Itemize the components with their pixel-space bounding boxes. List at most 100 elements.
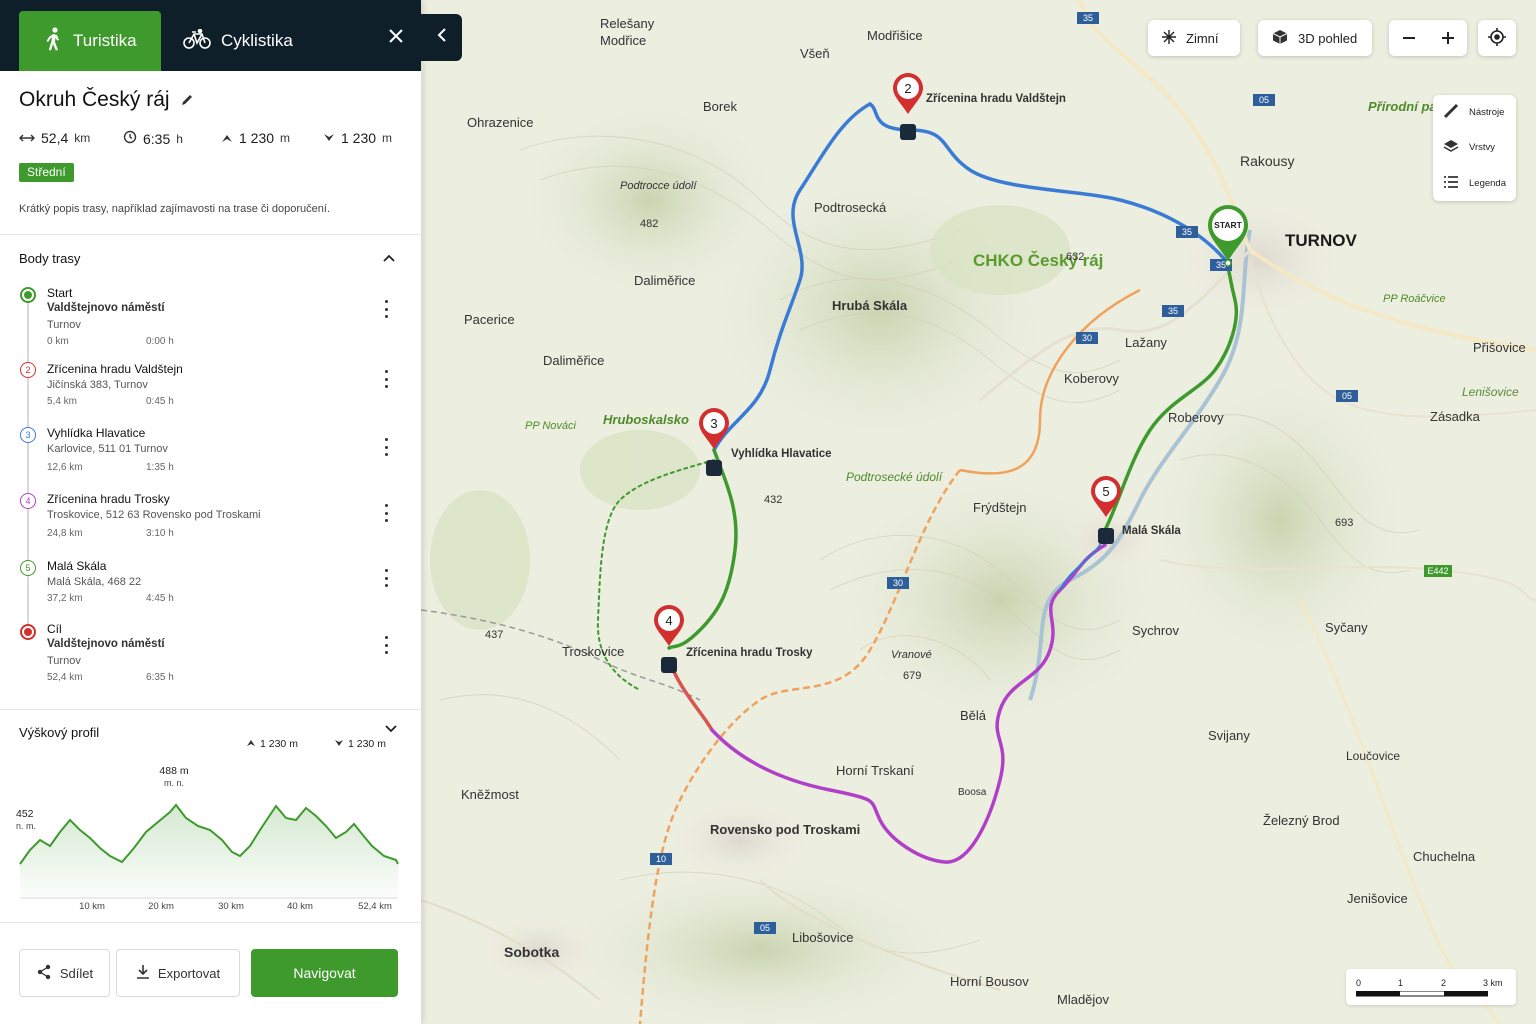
- map-elev: 679: [903, 670, 921, 682]
- winter-mode-label: Zimní: [1186, 30, 1219, 46]
- tools-label: Nástroje: [1469, 106, 1505, 118]
- profile-tick: 10 km: [79, 901, 105, 912]
- navigate-button[interactable]: Navigovat: [251, 949, 398, 997]
- map-scale-bar: 0 1 2 3 km: [1346, 969, 1516, 1005]
- locate-button[interactable]: [1478, 20, 1516, 56]
- map-town: Svijany: [1208, 728, 1250, 743]
- map-area-label: Podtrocce údolí: [620, 180, 697, 192]
- profile-tick: 52,4 km: [358, 901, 392, 912]
- zoom-control: [1389, 20, 1467, 56]
- waypoint-menu-button[interactable]: [381, 504, 391, 522]
- svg-text:30: 30: [893, 578, 903, 588]
- route-title: Okruh Český ráj: [19, 88, 170, 111]
- ascent-value: 1 230: [239, 130, 275, 146]
- waypoint-address: Karlovice, 511 01 Turnov: [47, 443, 168, 455]
- waypoint-menu-button[interactable]: [381, 438, 391, 456]
- map-elev: 482: [640, 218, 658, 230]
- profile-descent-value: 1 230 m: [348, 738, 386, 750]
- waypoint-menu-button[interactable]: [381, 636, 391, 654]
- share-button[interactable]: Sdílet: [19, 949, 110, 997]
- profile-tick: 30 km: [218, 901, 244, 912]
- waypoint-menu-button[interactable]: [381, 569, 391, 587]
- map-town: Daliměřice: [543, 353, 604, 368]
- waypoint-menu-button[interactable]: [381, 370, 391, 388]
- profile-max-label: 488 m: [159, 765, 188, 777]
- clock-icon: [123, 130, 137, 147]
- waypoint-number-icon: 2: [20, 362, 36, 378]
- waypoint-distance: 52,4 km: [47, 672, 83, 683]
- legend-button[interactable]: Legenda: [1443, 173, 1506, 193]
- 3d-view-button[interactable]: 3D pohled: [1258, 20, 1372, 56]
- profile-ascent-value: 1 230 m: [260, 738, 298, 750]
- waypoint-time: 0:45 h: [146, 396, 174, 407]
- divider: [0, 922, 421, 923]
- zoom-in-button[interactable]: [1428, 20, 1467, 56]
- divider: [0, 709, 421, 710]
- arrow-down-icon: [334, 738, 344, 750]
- map-town: Troskovice: [562, 644, 624, 659]
- waypoint-name: Zřícenina hradu Valdštejn: [47, 362, 183, 376]
- waypoint-distance: 24,8 km: [47, 528, 83, 539]
- descent-value: 1 230: [341, 130, 377, 146]
- map-town: Daliměřice: [634, 273, 695, 288]
- duration-unit: h: [176, 131, 183, 146]
- map-town: TURNOV: [1285, 231, 1357, 250]
- stat-duration: 6:35 h: [123, 130, 183, 147]
- map-town: Vranové: [891, 649, 932, 661]
- distance-icon: [19, 130, 35, 146]
- map-elev: 632: [1066, 251, 1084, 263]
- layers-label: Vrstvy: [1469, 141, 1496, 153]
- tab-hiking[interactable]: Turistika: [19, 11, 161, 71]
- route-sidebar: Turistika Cyklistika Okruh Český ráj 52,…: [0, 0, 421, 1024]
- svg-text:05: 05: [1259, 95, 1269, 105]
- scale-tick: 2: [1441, 978, 1447, 988]
- map-town: Přišovice: [1473, 340, 1526, 355]
- svg-text:05: 05: [760, 923, 770, 933]
- stat-ascent: 1 230 m: [221, 130, 290, 146]
- 3d-view-label: 3D pohled: [1298, 30, 1358, 46]
- map-town: Ohrazenice: [467, 115, 533, 130]
- divider: [0, 234, 421, 235]
- expand-profile-button[interactable]: [384, 722, 398, 736]
- chevron-left-icon: [436, 28, 448, 47]
- waypoint-number-icon: 4: [20, 493, 36, 509]
- castle-icon: [661, 657, 677, 673]
- svg-text:2: 2: [904, 81, 911, 96]
- svg-text:05: 05: [1342, 391, 1352, 401]
- close-button[interactable]: [387, 27, 405, 45]
- finish-marker-icon: [20, 624, 36, 640]
- chevron-up-icon: [382, 252, 396, 269]
- svg-text:10: 10: [656, 854, 666, 864]
- list-icon: [1443, 174, 1459, 193]
- tab-hiking-label: Turistika: [73, 31, 137, 50]
- map-town: Koberovy: [1064, 371, 1119, 386]
- layers-button[interactable]: Vrstvy: [1443, 137, 1495, 157]
- svg-text:35: 35: [1216, 260, 1226, 270]
- waypoint-menu-button[interactable]: [381, 300, 391, 318]
- collapse-waypoints-button[interactable]: [382, 251, 396, 265]
- waypoint-distance: 37,2 km: [47, 593, 83, 604]
- waypoint-name: Valdštejnovo náměstí: [47, 302, 165, 314]
- stat-descent: 1 230 m: [323, 130, 392, 146]
- profile-tick: 20 km: [148, 901, 174, 912]
- export-button[interactable]: Exportovat: [116, 949, 240, 997]
- tools-button[interactable]: Nástroje: [1443, 102, 1504, 122]
- map-town: Rovensko pod Troskami: [710, 822, 860, 837]
- zoom-out-button[interactable]: [1389, 20, 1428, 56]
- tab-cycling[interactable]: Cyklistika: [183, 11, 293, 71]
- map-town: Pacerice: [464, 312, 515, 327]
- collapse-sidebar-button[interactable]: [421, 14, 462, 61]
- svg-text:4: 4: [665, 613, 672, 628]
- elevation-profile-chart[interactable]: 488 m m. n. 452 n. m. 10 km 20 km 30 km …: [10, 760, 410, 920]
- ruler-icon: [1443, 103, 1459, 122]
- map-elev: 693: [1335, 517, 1353, 529]
- edit-title-button[interactable]: [180, 93, 194, 107]
- waypoint-time: 0:00 h: [146, 336, 174, 347]
- winter-mode-button[interactable]: Zimní: [1148, 20, 1240, 56]
- arrow-up-icon: [246, 738, 256, 750]
- svg-text:E442: E442: [1427, 566, 1448, 576]
- map-town: Sobotka: [504, 944, 559, 960]
- snowflake-icon: [1162, 29, 1176, 47]
- castle-icon: [900, 124, 916, 140]
- scale-tick: 3 km: [1483, 978, 1503, 988]
